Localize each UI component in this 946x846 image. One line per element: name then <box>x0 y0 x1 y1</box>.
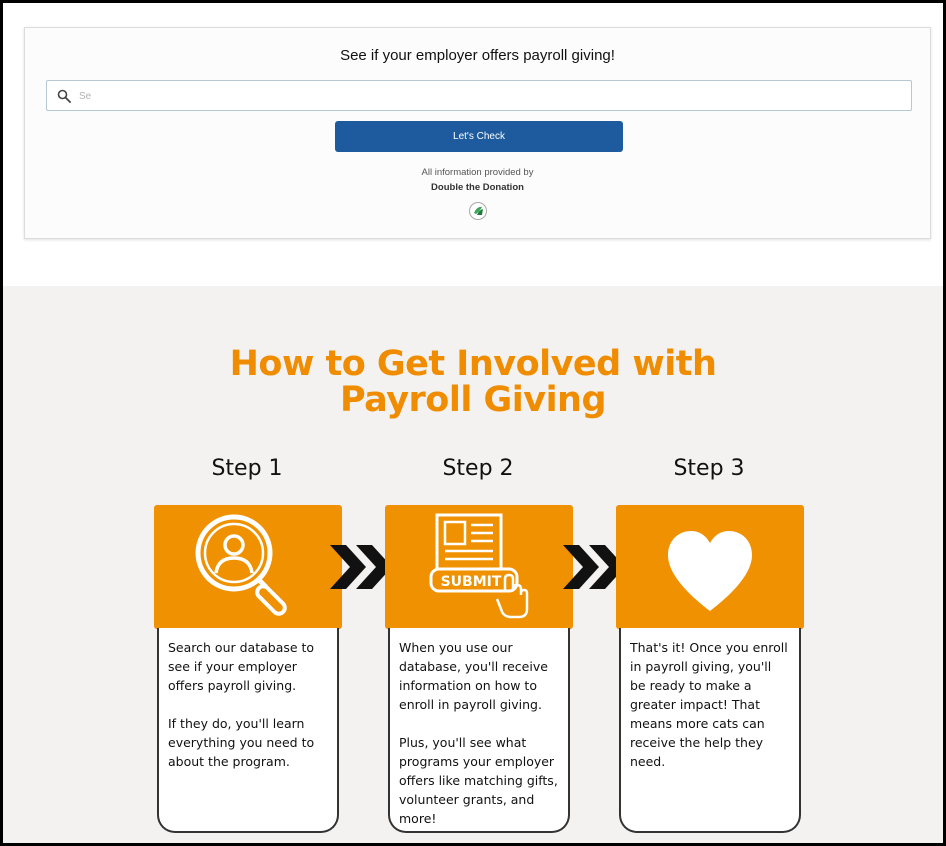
step-2-paragraph-2: Plus, you'll see what programs your empl… <box>399 735 558 826</box>
employer-search-box[interactable] <box>46 80 912 111</box>
lets-check-button[interactable]: Let's Check <box>335 121 623 152</box>
magnifier-person-icon <box>195 514 287 616</box>
step-2-label: Step 2 <box>442 456 514 481</box>
step-1-paragraph-1: Search our database to see if your emplo… <box>168 640 315 693</box>
step-3-icon-box <box>616 505 804 629</box>
search-icon <box>57 89 71 103</box>
section-headline: How to Get Involved with Payroll Giving <box>3 346 943 418</box>
step-1-paragraph-2: If they do, you'll learn everything you … <box>168 716 315 769</box>
step-1-icon-box <box>154 505 342 629</box>
submit-form-icon: SUBMIT <box>429 513 529 619</box>
step-3-description: That's it! Once you enroll in payroll gi… <box>619 628 801 833</box>
step-2-icon-box: SUBMIT <box>385 505 573 629</box>
step-2-paragraph-1: When you use our database, you'll receiv… <box>399 640 548 712</box>
how-to-section: How to Get Involved with Payroll Giving … <box>3 286 943 843</box>
headline-line-2: Payroll Giving <box>339 380 607 420</box>
step-3-label: Step 3 <box>673 456 745 481</box>
employer-lookup-widget: See if your employer offers payroll givi… <box>24 27 931 239</box>
provider-name: Double the Donation <box>431 182 524 193</box>
double-the-donation-logo-icon[interactable] <box>468 201 488 221</box>
heart-icon <box>668 531 752 611</box>
lookup-section: See if your employer offers payroll givi… <box>3 3 943 286</box>
widget-title: See if your employer offers payroll givi… <box>340 47 615 64</box>
submit-text: SUBMIT <box>441 574 502 590</box>
step-1-label: Step 1 <box>211 456 283 481</box>
step-3-paragraph-1: That's it! Once you enroll in payroll gi… <box>630 640 788 769</box>
step-2-description: When you use our database, you'll receiv… <box>388 628 570 833</box>
step-1-description: Search our database to see if your emplo… <box>157 628 339 833</box>
headline-line-1: How to Get Involved with <box>229 344 717 384</box>
employer-search-input[interactable] <box>77 85 901 108</box>
provided-by-text: All information provided by <box>421 167 534 178</box>
